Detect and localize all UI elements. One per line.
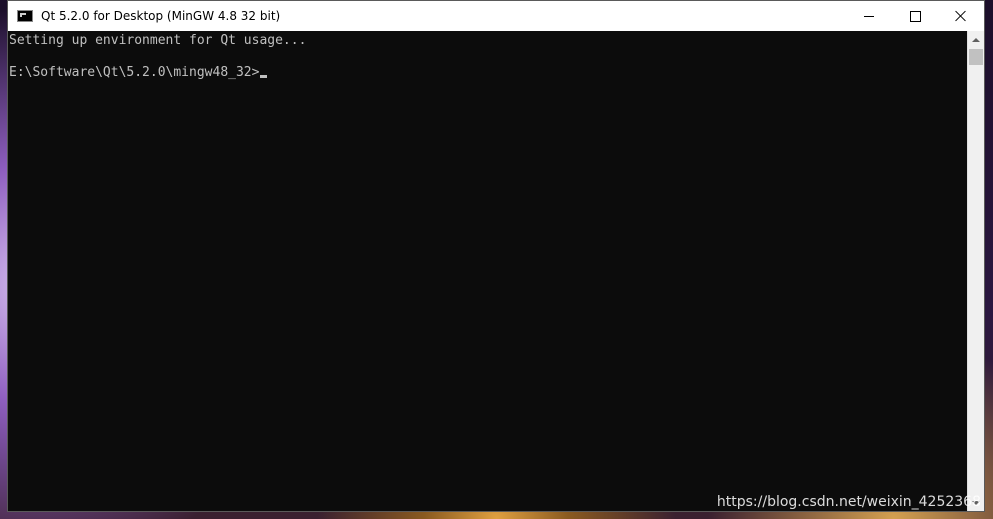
command-prompt[interactable]: E:\Software\Qt\5.2.0\mingw48_32> — [9, 65, 968, 81]
minimize-button[interactable] — [846, 1, 892, 31]
title-bar[interactable]: Qt 5.2.0 for Desktop (MinGW 4.8 32 bit) — [8, 1, 984, 31]
window-title: Qt 5.2.0 for Desktop (MinGW 4.8 32 bit) — [41, 9, 281, 23]
scroll-up-button[interactable] — [968, 31, 984, 48]
text-cursor — [260, 75, 268, 78]
vertical-scrollbar[interactable] — [967, 31, 984, 511]
console-line: Setting up environment for Qt usage... — [9, 33, 307, 48]
console-icon[interactable] — [17, 10, 33, 22]
watermark-text: https://blog.csdn.net/weixin_4252368 — [716, 494, 981, 510]
maximize-icon — [909, 10, 921, 22]
console-output[interactable]: Setting up environment for Qt usage... E… — [8, 31, 968, 511]
maximize-button[interactable] — [892, 1, 938, 31]
close-icon — [955, 10, 967, 22]
prompt-text: E:\Software\Qt\5.2.0\mingw48_32> — [9, 65, 260, 80]
minimize-icon — [864, 15, 874, 17]
console-window: Qt 5.2.0 for Desktop (MinGW 4.8 32 bit) … — [7, 0, 985, 512]
scroll-up-arrow-icon — [972, 37, 980, 42]
close-button[interactable] — [938, 1, 984, 31]
scroll-thumb[interactable] — [969, 49, 983, 65]
